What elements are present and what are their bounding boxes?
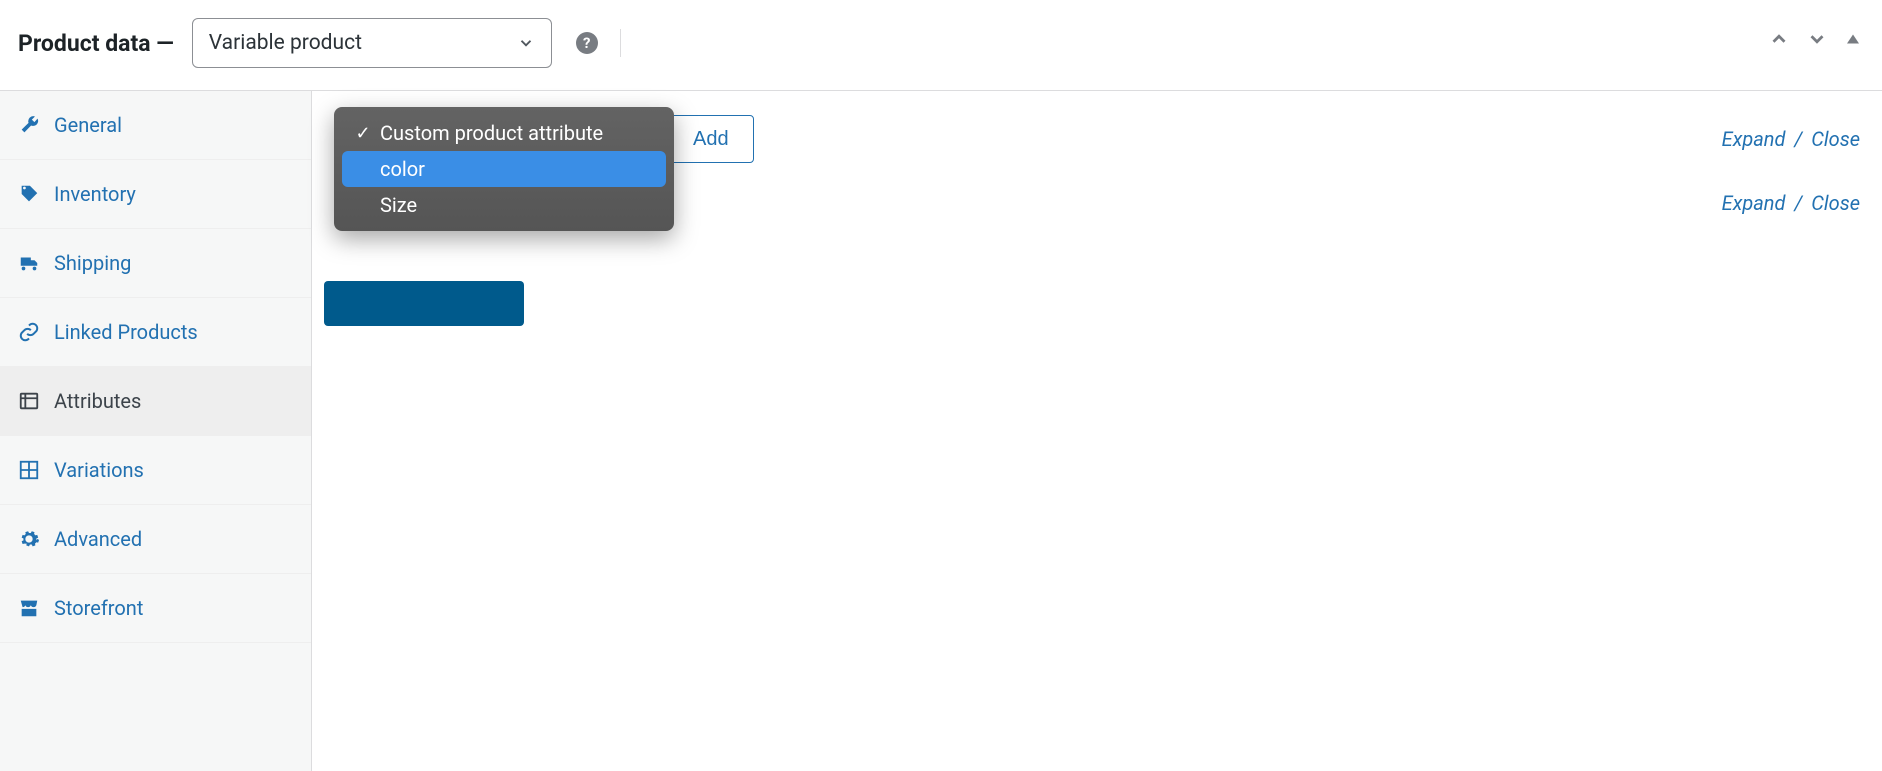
- sidebar-item-storefront[interactable]: Storefront: [0, 574, 311, 643]
- add-button[interactable]: Add: [668, 115, 754, 163]
- wrench-icon: [18, 114, 40, 136]
- dropdown-option-label: Custom product attribute: [380, 121, 603, 145]
- sidebar-item-label: General: [54, 113, 122, 137]
- sidebar-item-label: Shipping: [54, 251, 131, 275]
- sidebar-item-label: Attributes: [54, 389, 141, 413]
- panel-body: General Inventory Shipping Linked Produc…: [0, 91, 1882, 771]
- chevron-down-icon: [517, 34, 535, 52]
- dropdown-option-size[interactable]: Size: [342, 187, 666, 223]
- dropdown-option-color[interactable]: color: [342, 151, 666, 187]
- link-icon: [18, 321, 40, 343]
- dropdown-option-label: color: [380, 157, 425, 181]
- product-type-value: Variable product: [209, 31, 362, 55]
- expand-close-links: Expand / Close: [1722, 127, 1860, 151]
- gear-icon: [18, 528, 40, 550]
- sidebar-item-label: Advanced: [54, 527, 142, 551]
- sidebar-item-label: Storefront: [54, 596, 143, 620]
- attribute-dropdown: ✓ Custom product attribute color Size: [334, 107, 674, 231]
- panel-toggle-controls: [1768, 28, 1862, 50]
- sidebar-item-label: Inventory: [54, 182, 136, 206]
- expand-link[interactable]: Expand: [1722, 127, 1786, 151]
- dropdown-option-custom[interactable]: ✓ Custom product attribute: [342, 115, 666, 151]
- dropdown-option-label: Size: [380, 193, 417, 217]
- close-link[interactable]: Close: [1811, 191, 1860, 215]
- chevron-up-icon[interactable]: [1768, 28, 1790, 50]
- separator: /: [1794, 127, 1802, 151]
- sidebar-item-general[interactable]: General: [0, 91, 311, 160]
- sidebar: General Inventory Shipping Linked Produc…: [0, 91, 312, 771]
- sidebar-item-linked[interactable]: Linked Products: [0, 298, 311, 367]
- attributes-toolbar: Add ✓ Custom product attribute color: [334, 115, 1860, 163]
- save-attributes-button[interactable]: [324, 281, 524, 326]
- check-icon: ✓: [354, 123, 372, 144]
- sidebar-item-shipping[interactable]: Shipping: [0, 229, 311, 298]
- close-link[interactable]: Close: [1811, 127, 1860, 151]
- attributes-panel: Add ✓ Custom product attribute color: [312, 91, 1882, 771]
- triangle-up-icon[interactable]: [1844, 30, 1862, 48]
- truck-icon: [18, 252, 40, 274]
- store-icon: [18, 597, 40, 619]
- product-data-panel: Product data — Variable product ? Genera…: [0, 0, 1882, 771]
- grid-icon: [18, 459, 40, 481]
- product-type-select[interactable]: Variable product: [192, 18, 552, 68]
- divider: [620, 29, 621, 57]
- expand-close-links-2: Expand / Close: [1722, 191, 1860, 215]
- help-icon[interactable]: ?: [576, 32, 598, 54]
- chevron-down-icon[interactable]: [1806, 28, 1828, 50]
- sidebar-item-advanced[interactable]: Advanced: [0, 505, 311, 574]
- panel-title: Product data —: [18, 30, 174, 57]
- toolbar-left: Add ✓ Custom product attribute color: [334, 115, 754, 163]
- sidebar-item-variations[interactable]: Variations: [0, 436, 311, 505]
- list-icon: [18, 390, 40, 412]
- sidebar-item-inventory[interactable]: Inventory: [0, 160, 311, 229]
- tag-icon: [18, 183, 40, 205]
- panel-header: Product data — Variable product ?: [0, 0, 1882, 91]
- sidebar-item-attributes[interactable]: Attributes: [0, 367, 311, 436]
- sidebar-item-label: Linked Products: [54, 320, 198, 344]
- sidebar-item-label: Variations: [54, 458, 144, 482]
- separator: /: [1794, 191, 1802, 215]
- expand-link[interactable]: Expand: [1722, 191, 1786, 215]
